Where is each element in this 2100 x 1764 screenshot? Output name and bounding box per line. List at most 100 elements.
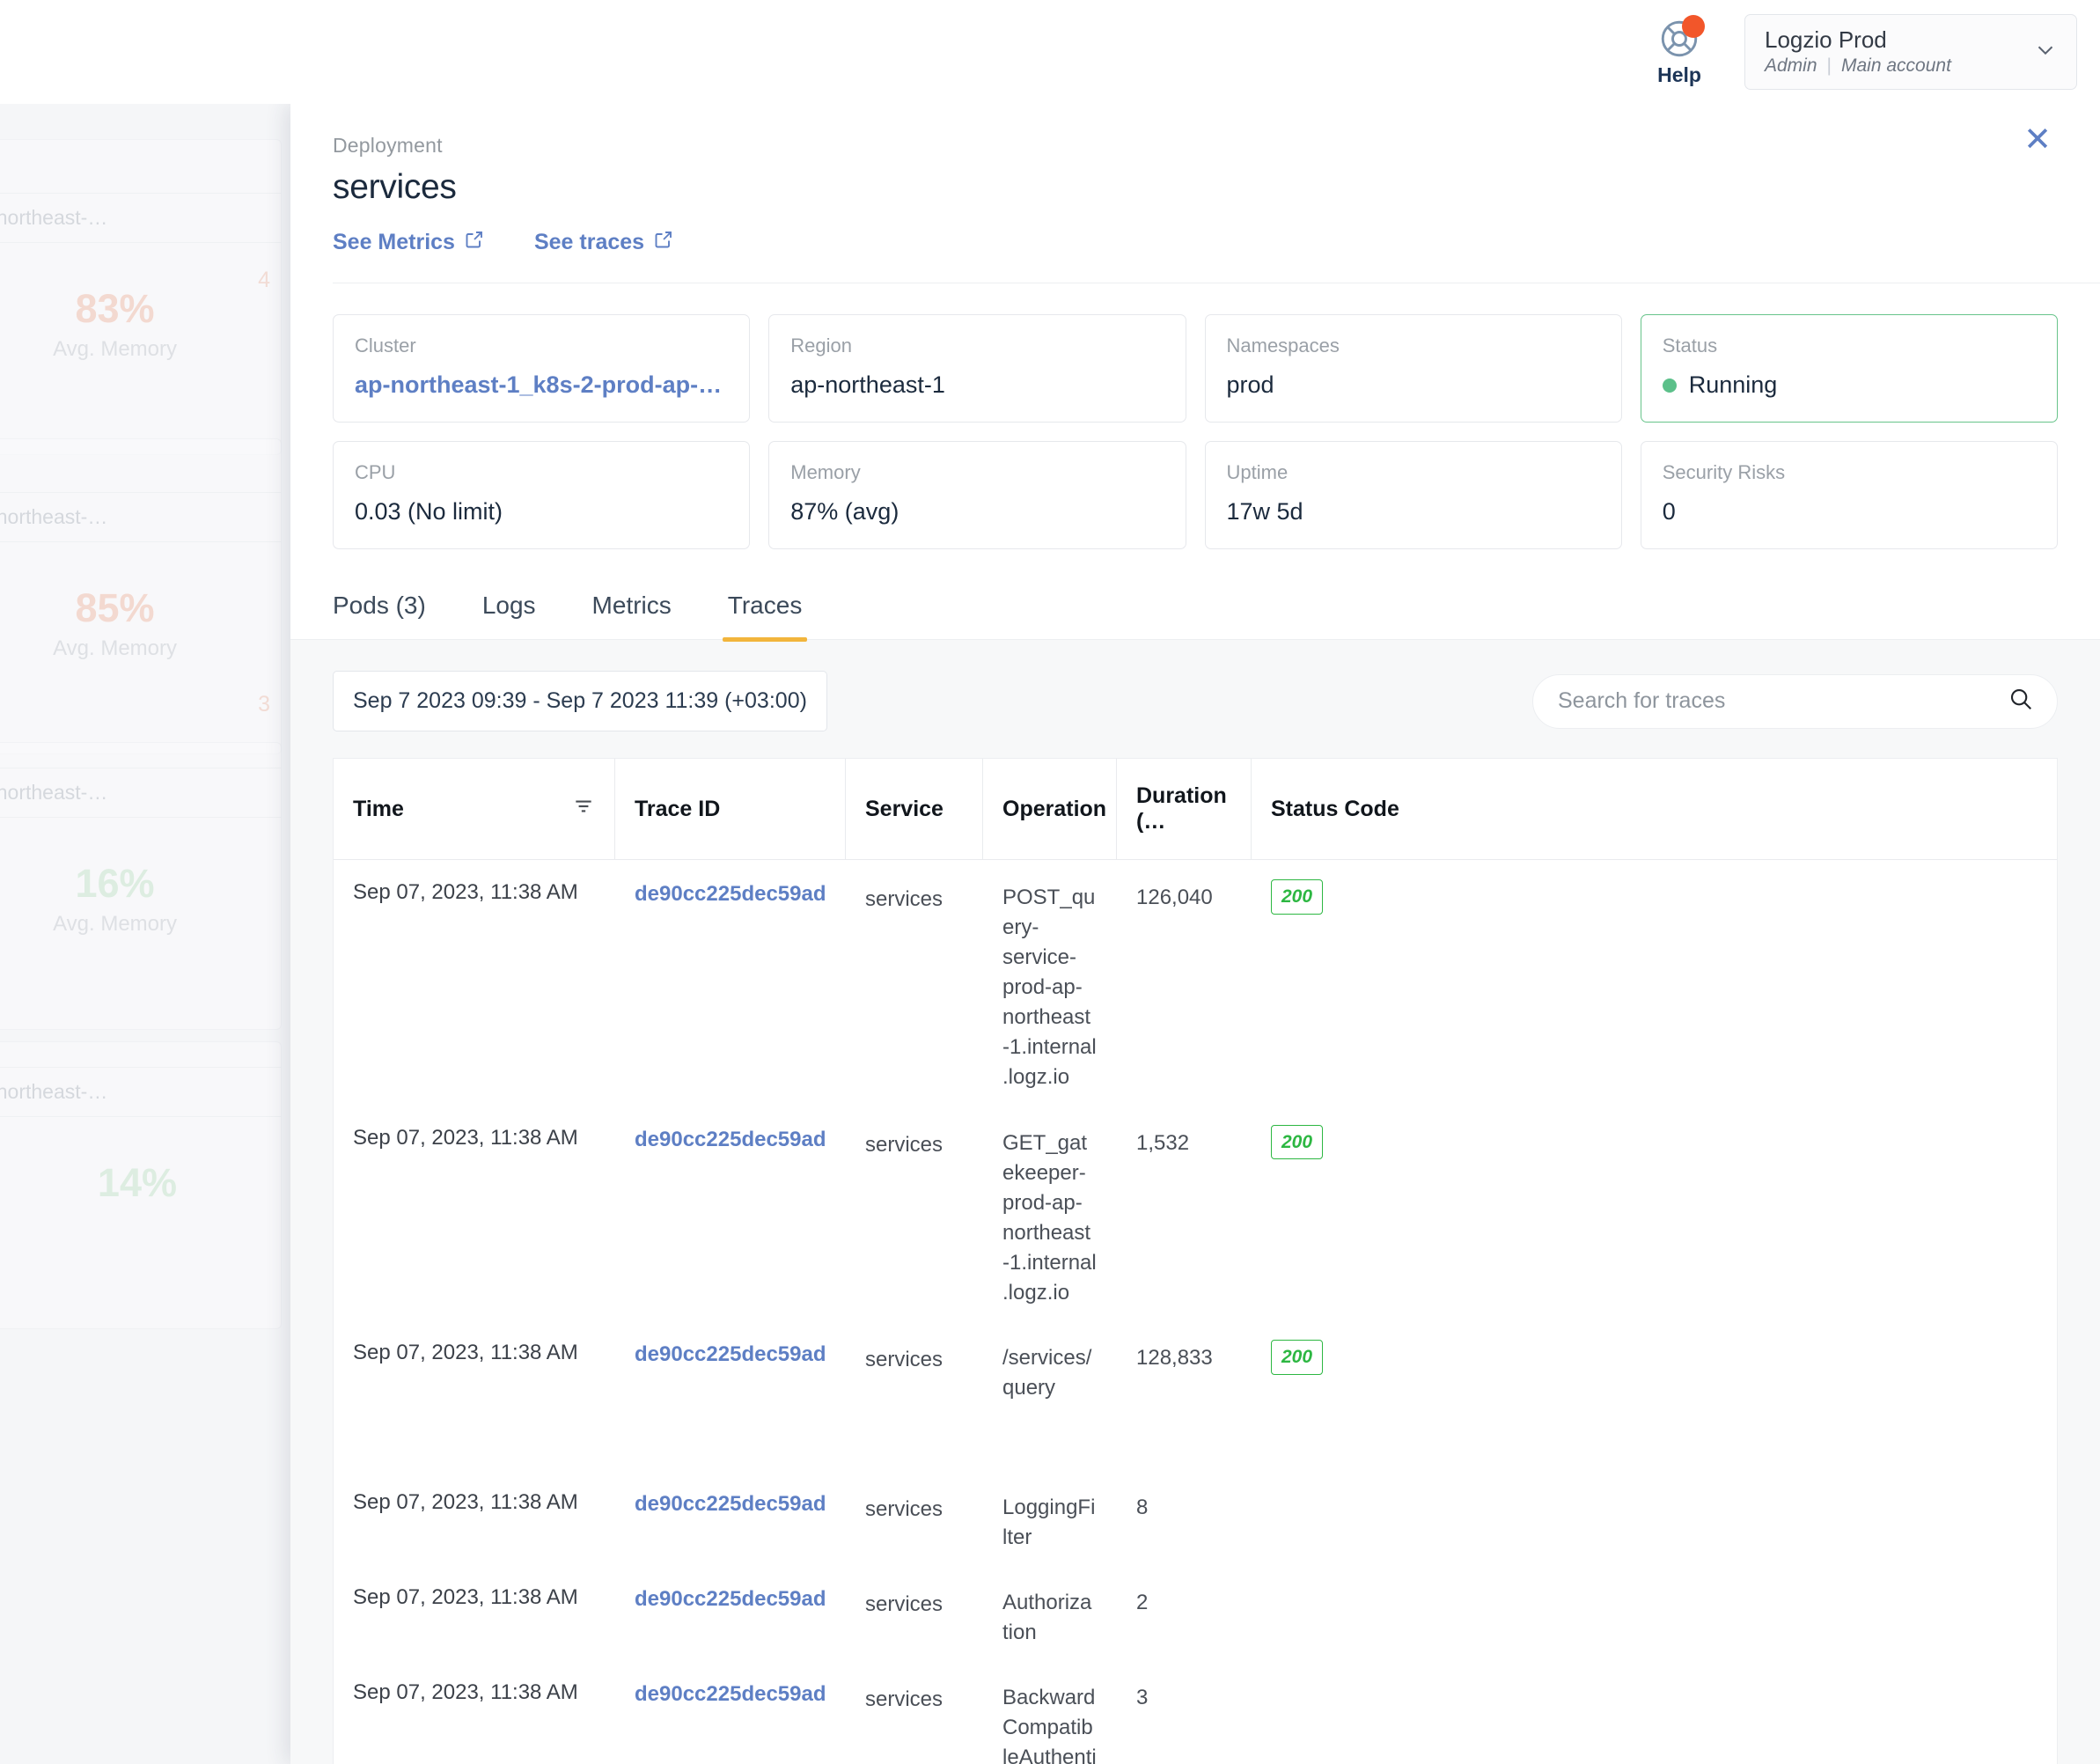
- table-row[interactable]: Sep 07, 2023, 11:38 AM de90cc225dec59ad se…: [334, 1470, 2057, 1565]
- background-card-pct: 85%: [75, 585, 155, 630]
- info-card-namespaces: Namespaces prod: [1204, 314, 1622, 423]
- info-card-label: Uptime: [1226, 461, 1289, 483]
- column-header-time[interactable]: Time: [334, 759, 615, 859]
- traces-controls: Sep 7 2023 09:39 - Sep 7 2023 11:39 (+03…: [333, 671, 2058, 731]
- traces-panel: Sep 7 2023 09:39 - Sep 7 2023 11:39 (+03…: [290, 640, 2100, 1764]
- column-header-duration[interactable]: Duration (…: [1117, 759, 1252, 859]
- cell-trace-id[interactable]: de90cc225dec59ad: [615, 1470, 846, 1565]
- external-link-icon: [464, 229, 485, 256]
- cell-operation: /services/query: [1002, 1346, 1092, 1400]
- account-selector[interactable]: Logzio Prod Admin | Main account: [1744, 14, 2077, 90]
- background-card-subtitle: ast-1_k8s-2-prod-ap-northeast-…: [0, 193, 281, 243]
- background-card-pct: 16%: [75, 861, 155, 906]
- app-root: Help Logzio Prod Admin | Main account er…: [0, 0, 2100, 1764]
- background-deployments-list: er ast-1_k8s-2-prod-ap-northeast-… 83% A…: [0, 104, 290, 1764]
- search-input[interactable]: [1558, 688, 1999, 714]
- see-traces-label: See traces: [533, 230, 645, 254]
- background-card-subtitle: ast-1_k8s-2-prod-ap-northeast-…: [0, 1067, 281, 1117]
- search-traces-box[interactable]: [1532, 673, 2058, 729]
- info-card-status: Status Running: [1640, 314, 2058, 423]
- cell-trace-id[interactable]: de90cc225dec59ad: [615, 1320, 846, 1470]
- table-row[interactable]: Sep 07, 2023, 11:38 AM de90cc225dec59ad se…: [334, 1660, 2057, 1764]
- cell-duration: 126,040: [1136, 886, 1213, 909]
- background-card-pct-label: Avg. Memory: [53, 636, 177, 660]
- status-code-badge: 200: [1271, 1340, 1324, 1375]
- tab-traces[interactable]: Traces: [700, 592, 831, 642]
- cell-time: Sep 07, 2023, 11:38 AM: [353, 1680, 578, 1705]
- column-header-service[interactable]: Service: [846, 759, 983, 859]
- cell-trace-id[interactable]: de90cc225dec59ad: [615, 1660, 846, 1764]
- cell-operation: LoggingFilter: [1002, 1496, 1096, 1550]
- cell-operation: Authorization: [1002, 1591, 1092, 1645]
- column-header-label: Operation: [1002, 796, 1107, 821]
- search-icon[interactable]: [2008, 686, 2034, 717]
- table-row[interactable]: Sep 07, 2023, 11:38 AM de90cc225dec59ad se…: [334, 860, 2057, 1106]
- chevron-down-icon[interactable]: [2032, 37, 2059, 68]
- tab-metrics[interactable]: Metrics: [564, 592, 700, 639]
- lifebuoy-icon: [1657, 15, 1705, 61]
- column-header-status-code[interactable]: Status Code: [1252, 759, 2057, 859]
- background-card-subtitle: ast-1_k8s-2-prod-ap-northeast-…: [0, 768, 281, 818]
- see-metrics-link[interactable]: See Metrics: [333, 229, 485, 256]
- account-separator: |: [1826, 55, 1832, 76]
- info-card-value: 0.03 (No limit): [355, 498, 503, 525]
- background-card: er ast-1_k8s-2-prod-ap-northeast-… 83% A…: [0, 139, 282, 455]
- info-card-label: Region: [790, 334, 852, 356]
- cell-duration: 2: [1136, 1591, 1149, 1615]
- info-card-region: Region ap-northeast-1: [768, 314, 1186, 423]
- resource-kind: Deployment: [333, 134, 443, 157]
- table-body: Sep 07, 2023, 11:38 AM de90cc225dec59ad se…: [334, 860, 2057, 1764]
- info-card-label: Namespaces: [1226, 334, 1340, 356]
- background-card-body: 16% Avg. Memory: [0, 818, 281, 1029]
- cell-status-code: [1252, 1470, 2057, 1565]
- background-card-body: 85% Avg. Memory 3: [0, 542, 281, 753]
- table-row[interactable]: Sep 07, 2023, 11:38 AM de90cc225dec59ad se…: [334, 1320, 2057, 1470]
- cell-service: services: [865, 1592, 944, 1617]
- cell-time: Sep 07, 2023, 11:38 AM: [353, 1341, 578, 1365]
- column-header-label: Trace ID: [635, 796, 721, 821]
- background-card-metric: 83% Avg. Memory: [53, 289, 177, 362]
- cell-time: Sep 07, 2023, 11:38 AM: [353, 1125, 578, 1150]
- background-card-count: 3: [258, 692, 270, 717]
- date-range-picker[interactable]: Sep 7 2023 09:39 - Sep 7 2023 11:39 (+03…: [333, 671, 827, 731]
- column-header-trace-id[interactable]: Trace ID: [615, 759, 846, 859]
- help-button[interactable]: Help: [1646, 15, 1713, 87]
- account-role: Admin: [1765, 55, 1817, 76]
- status-value: Running: [1688, 371, 1778, 398]
- cell-trace-id[interactable]: de90cc225dec59ad: [615, 1106, 846, 1320]
- cell-time: Sep 07, 2023, 11:38 AM: [353, 1490, 578, 1515]
- drawer-links: See Metrics See traces: [333, 229, 2100, 256]
- background-card-pct-label: Avg. Memory: [53, 337, 177, 361]
- external-link-icon: [653, 229, 674, 256]
- drawer-tabs: Pods (3) Logs Metrics Traces: [290, 592, 2100, 642]
- cell-time: Sep 07, 2023, 11:38 AM: [353, 1585, 578, 1610]
- info-cards-grid: Cluster ap-northeast-1_k8s-2-prod-ap-… R…: [290, 283, 2100, 549]
- page-title: services: [333, 168, 457, 206]
- info-card-label: Status: [1662, 334, 1718, 356]
- close-icon[interactable]: ✕: [2023, 123, 2052, 157]
- info-card-label: Security Risks: [1662, 461, 1786, 483]
- cell-operation: GET_gatekeeper-prod-ap-northeast-1.inter…: [1002, 1130, 1097, 1305]
- cluster-link[interactable]: ap-northeast-1_k8s-2-prod-ap-…: [355, 371, 728, 399]
- cell-trace-id[interactable]: de90cc225dec59ad: [615, 1565, 846, 1660]
- cell-service: services: [865, 887, 944, 911]
- see-traces-link[interactable]: See traces: [534, 229, 674, 256]
- background-card: ublic-api ast-1_k8s-2-prod-ap-northeast-…: [0, 438, 282, 754]
- info-card-value: 0: [1662, 498, 1676, 525]
- sort-icon[interactable]: [572, 795, 595, 824]
- cell-duration: 128,833: [1136, 1346, 1213, 1371]
- cell-trace-id[interactable]: de90cc225dec59ad: [615, 860, 846, 1106]
- cell-operation: BackwardCompatibleAuthenticationFilte: [1002, 1686, 1097, 1764]
- tab-pods[interactable]: Pods (3): [333, 592, 454, 639]
- column-header-operation[interactable]: Operation: [983, 759, 1117, 859]
- cell-status-code: 200: [1252, 1320, 2057, 1470]
- table-row[interactable]: Sep 07, 2023, 11:38 AM de90cc225dec59ad se…: [334, 1565, 2057, 1660]
- table-row[interactable]: Sep 07, 2023, 11:38 AM de90cc225dec59ad se…: [334, 1106, 2057, 1320]
- column-header-label: Status Code: [1271, 796, 1399, 821]
- background-card-metric: 16% Avg. Memory: [53, 864, 177, 937]
- background-card-metric: 14%: [98, 1163, 177, 1202]
- cell-service: services: [865, 1497, 944, 1522]
- info-card-value: 17w 5d: [1226, 498, 1303, 525]
- deployment-details-drawer: Deployment services See Metrics See trac…: [290, 104, 2100, 1764]
- tab-logs[interactable]: Logs: [454, 592, 564, 639]
